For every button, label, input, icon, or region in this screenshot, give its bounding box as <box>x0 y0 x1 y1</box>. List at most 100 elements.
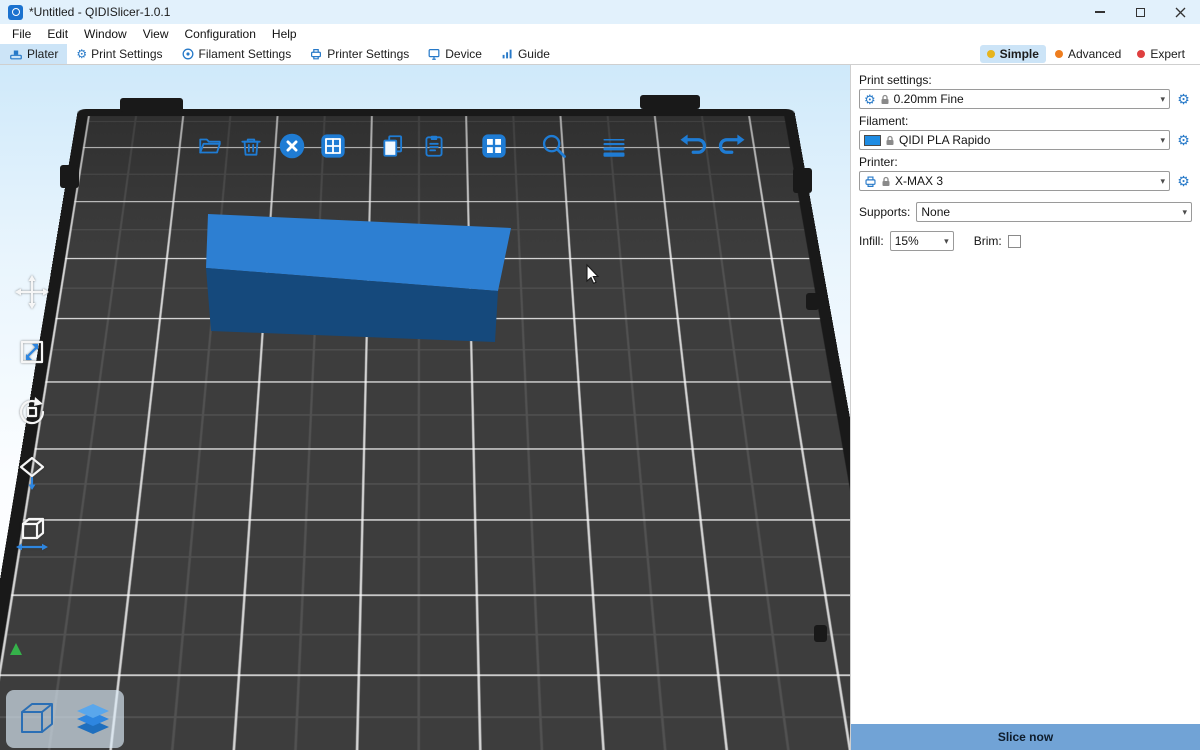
advanced-mode-dot-icon <box>1055 50 1063 58</box>
print-settings-row: ⚙ 0.20mm Fine ▾ ⚙ <box>859 89 1192 109</box>
window-controls <box>1080 0 1200 24</box>
title-bar: *Untitled - QIDISlicer-1.0.1 <box>0 0 1200 24</box>
mode-expert[interactable]: Expert <box>1130 45 1192 63</box>
3d-viewport[interactable] <box>0 65 850 750</box>
tab-label: Guide <box>518 47 550 61</box>
copy-button[interactable] <box>378 131 408 161</box>
delete-all-button[interactable] <box>277 131 307 161</box>
delete-all-icon <box>278 132 306 160</box>
variable-layer-height-button[interactable] <box>599 131 629 161</box>
undo-icon <box>677 131 707 161</box>
tab-plater[interactable]: Plater <box>0 44 67 64</box>
tab-guide[interactable]: Guide <box>491 44 559 64</box>
menu-file[interactable]: File <box>4 24 39 44</box>
delete-button[interactable] <box>236 131 266 161</box>
brim-label: Brim: <box>974 234 1002 248</box>
menu-view[interactable]: View <box>135 24 177 44</box>
print-settings-gear-button[interactable]: ⚙ <box>1175 91 1192 108</box>
lock-icon <box>885 135 895 146</box>
printer-gear-button[interactable]: ⚙ <box>1175 173 1192 190</box>
infill-combo[interactable]: 15% ▾ <box>890 231 954 251</box>
trash-icon <box>238 133 264 159</box>
tab-label: Printer Settings <box>327 47 409 61</box>
place-on-face-button[interactable] <box>10 450 54 494</box>
print-bed-surface <box>0 116 850 750</box>
search-button[interactable] <box>539 131 569 161</box>
filament-value: QIDI PLA Rapido <box>899 133 1156 147</box>
infill-brim-row: Infill: 15% ▾ Brim: <box>859 231 1192 251</box>
slice-now-button[interactable]: Slice now <box>851 724 1200 750</box>
measure-icon <box>12 512 52 552</box>
undo-button[interactable] <box>677 131 707 161</box>
mode-simple[interactable]: Simple <box>980 45 1046 63</box>
simple-mode-dot-icon <box>987 50 995 58</box>
gizmo-toolbar <box>10 270 54 554</box>
paste-icon <box>421 133 447 159</box>
filament-label: Filament: <box>859 114 1192 128</box>
profile-gear-icon: ⚙ <box>864 93 876 106</box>
tab-label: Filament Settings <box>199 47 292 61</box>
mode-switcher: Simple Advanced Expert <box>980 45 1200 63</box>
plater-icon <box>9 47 23 61</box>
print-settings-label: Print settings: <box>859 73 1192 87</box>
rotate-button[interactable] <box>10 390 54 434</box>
supports-combo[interactable]: None ▾ <box>916 202 1192 222</box>
menu-help[interactable]: Help <box>264 24 305 44</box>
tab-label: Device <box>445 47 482 61</box>
printer-combo[interactable]: X-MAX 3 ▾ <box>859 171 1170 191</box>
bed-clip <box>806 293 819 310</box>
split-icon <box>480 132 508 160</box>
filament-gear-button[interactable]: ⚙ <box>1175 132 1192 149</box>
tab-printer-settings[interactable]: Printer Settings <box>300 44 418 64</box>
printer-icon <box>864 175 877 188</box>
3d-view-cube-icon <box>14 696 60 742</box>
bed-clip <box>120 98 183 112</box>
mode-label: Expert <box>1150 47 1185 61</box>
brim-checkbox[interactable] <box>1008 235 1021 248</box>
menu-edit[interactable]: Edit <box>39 24 76 44</box>
open-button[interactable] <box>195 131 225 161</box>
minimize-button[interactable] <box>1080 0 1120 24</box>
menu-configuration[interactable]: Configuration <box>177 24 264 44</box>
view-toggle <box>6 690 124 748</box>
redo-button[interactable] <box>718 131 748 161</box>
tab-filament-settings[interactable]: Filament Settings <box>172 44 301 64</box>
close-icon <box>1175 7 1186 18</box>
bed-clip <box>793 168 812 193</box>
lock-icon <box>880 94 890 105</box>
settings-sidebar: Print settings: ⚙ 0.20mm Fine ▾ ⚙ Filame… <box>850 65 1200 750</box>
print-settings-combo[interactable]: ⚙ 0.20mm Fine ▾ <box>859 89 1170 109</box>
infill-label: Infill: <box>859 234 884 248</box>
print-bed <box>0 109 850 750</box>
infill-value: 15% <box>895 234 940 248</box>
split-button[interactable] <box>479 131 509 161</box>
scale-button[interactable] <box>10 330 54 374</box>
chevron-down-icon: ▾ <box>1160 94 1165 105</box>
editor-view-button[interactable] <box>12 694 62 744</box>
measure-button[interactable] <box>10 510 54 554</box>
arrange-icon <box>319 132 347 160</box>
move-button[interactable] <box>10 270 54 314</box>
preview-button[interactable] <box>68 694 118 744</box>
print-settings-icon: ⚙ <box>76 48 87 60</box>
paste-button[interactable] <box>419 131 449 161</box>
printer-icon <box>309 47 323 61</box>
supports-row: Supports: None ▾ <box>859 202 1192 222</box>
menu-bar: File Edit Window View Configuration Help <box>0 24 1200 44</box>
printer-row: X-MAX 3 ▾ ⚙ <box>859 171 1192 191</box>
scale-icon <box>12 332 52 372</box>
arrange-button[interactable] <box>318 131 348 161</box>
supports-label: Supports: <box>859 205 910 219</box>
close-button[interactable] <box>1160 0 1200 24</box>
menu-window[interactable]: Window <box>76 24 135 44</box>
tab-print-settings[interactable]: ⚙ Print Settings <box>67 44 171 64</box>
mode-advanced[interactable]: Advanced <box>1048 45 1128 63</box>
tab-device[interactable]: Device <box>418 44 491 64</box>
mode-label: Advanced <box>1068 47 1121 61</box>
main-area: Print settings: ⚙ 0.20mm Fine ▾ ⚙ Filame… <box>0 65 1200 750</box>
redo-icon <box>718 131 748 161</box>
filament-combo[interactable]: QIDI PLA Rapido ▾ <box>859 130 1170 150</box>
chevron-down-icon: ▾ <box>1182 207 1187 218</box>
sliced-layers-icon <box>70 696 116 742</box>
maximize-button[interactable] <box>1120 0 1160 24</box>
